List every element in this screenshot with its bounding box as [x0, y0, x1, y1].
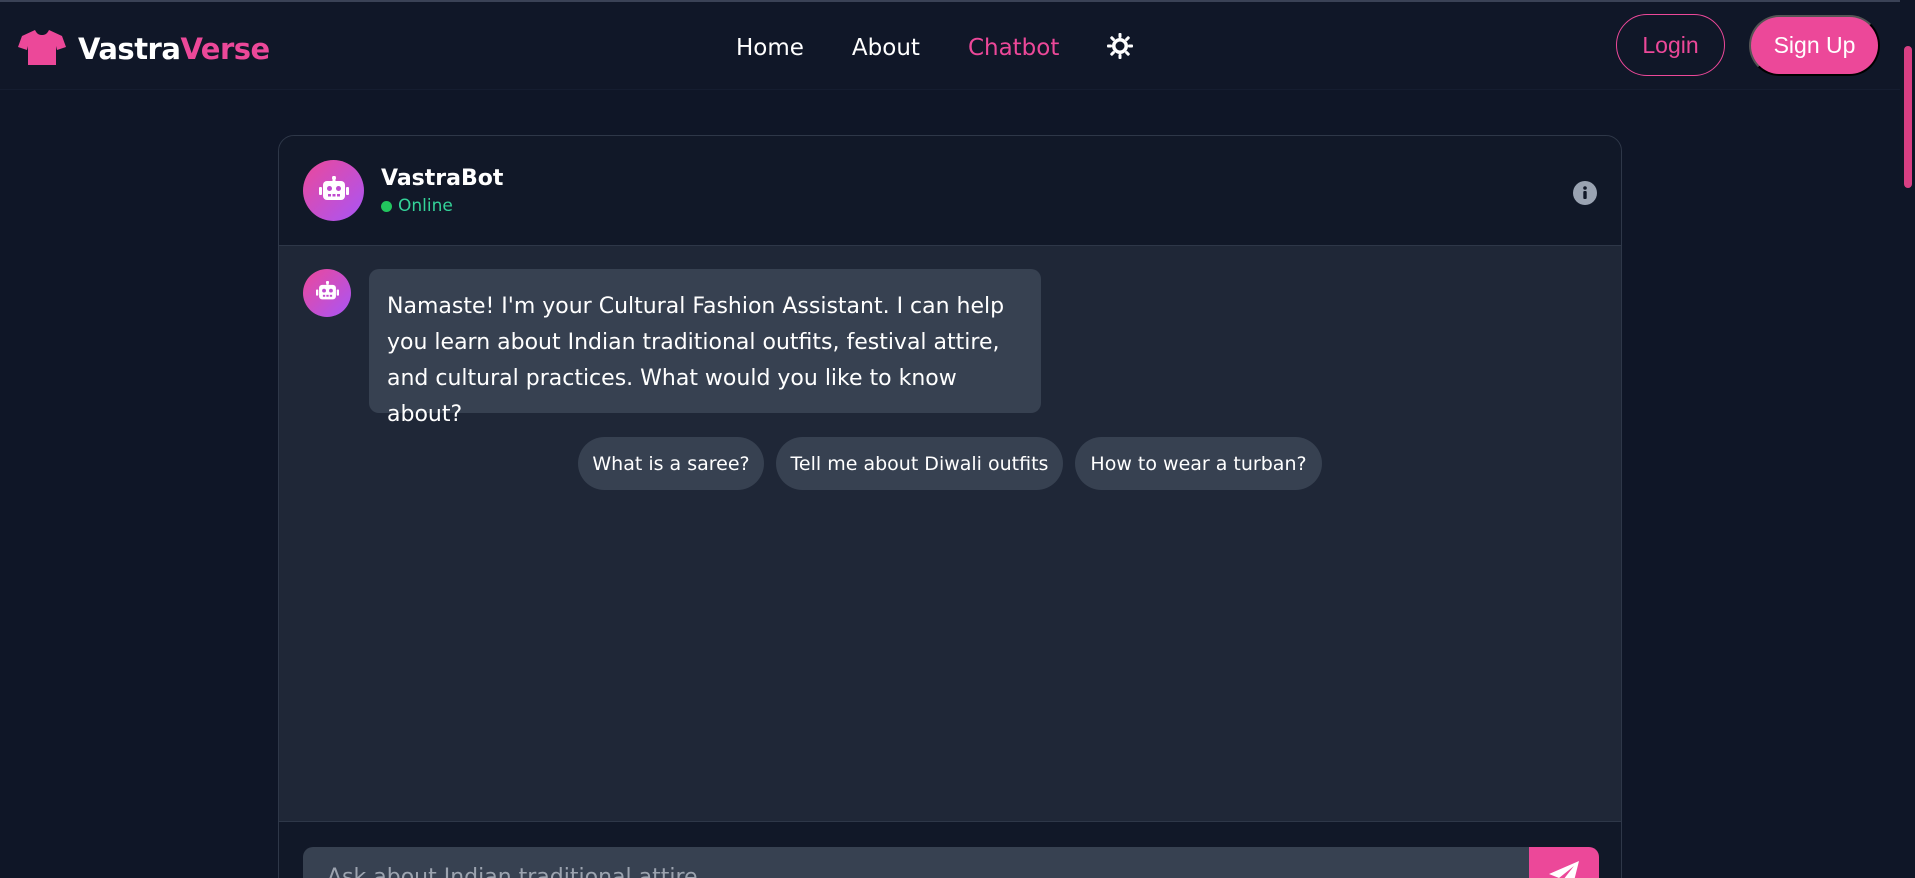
suggestion-chips: What is a saree? Tell me about Diwali ou… [279, 437, 1621, 490]
suggestion-chip[interactable]: How to wear a turban? [1075, 437, 1322, 490]
tshirt-icon [18, 28, 66, 70]
brand-logo[interactable]: VastraVerse [18, 28, 270, 70]
message-bot-avatar [303, 269, 351, 317]
main-nav: Home About Chatbot [736, 30, 1135, 66]
nav-home-link[interactable]: Home [736, 30, 804, 66]
chat-input-area [279, 821, 1621, 878]
brand-name-part2: Verse [180, 32, 270, 66]
status-indicator: Online [381, 195, 453, 217]
send-button[interactable] [1529, 847, 1599, 878]
theme-toggle-button[interactable] [1105, 33, 1135, 63]
online-dot [381, 200, 392, 212]
signup-button[interactable]: Sign Up [1749, 15, 1880, 76]
bot-message-bubble: Namaste! I'm your Cultural Fashion Assis… [369, 269, 1041, 427]
chat-header: VastraBot Online [279, 136, 1621, 246]
brand-name: VastraVerse [78, 29, 270, 69]
robot-icon [315, 281, 339, 305]
robot-icon [318, 175, 349, 206]
bot-avatar [303, 160, 364, 221]
info-icon[interactable] [1573, 181, 1597, 205]
login-button[interactable]: Login [1616, 14, 1725, 76]
brand-name-part1: Vastra [78, 32, 181, 66]
chat-window: VastraBot Online Namaste! I'm your Cultu… [278, 135, 1622, 878]
chat-input[interactable] [303, 847, 1531, 878]
suggestion-chip[interactable]: Tell me about Diwali outfits [776, 437, 1063, 490]
bot-name: VastraBot [381, 166, 504, 191]
nav-chatbot-link[interactable]: Chatbot [968, 30, 1059, 66]
status-text: Online [398, 196, 453, 216]
navbar: VastraVerse Home About Chatbot Login Sig… [0, 2, 1900, 90]
nav-about-link[interactable]: About [852, 30, 920, 66]
suggestion-chip[interactable]: What is a saree? [578, 437, 764, 490]
sun-icon [1106, 32, 1134, 64]
paper-plane-icon [1548, 860, 1580, 878]
page: VastraVerse Home About Chatbot Login Sig… [0, 0, 1915, 878]
scrollbar-thumb[interactable] [1904, 46, 1912, 188]
